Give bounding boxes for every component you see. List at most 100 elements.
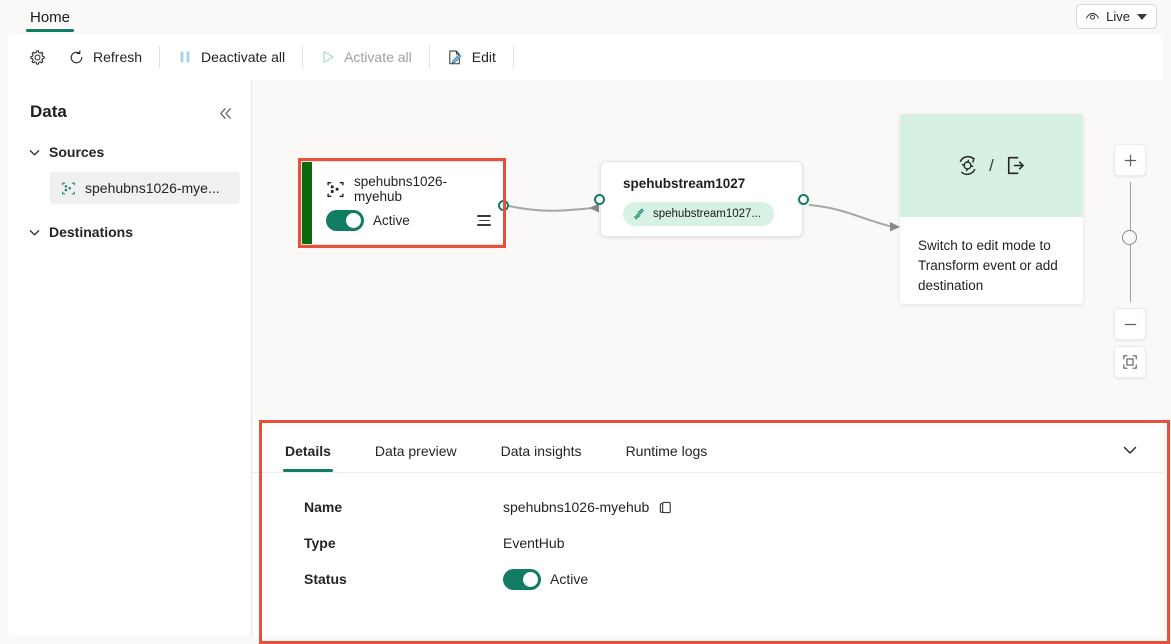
deactivate-all-button[interactable]: Deactivate all	[166, 42, 296, 72]
copy-icon[interactable]	[658, 500, 673, 515]
sidebar-group-destinations[interactable]: Destinations	[8, 216, 252, 248]
sidebar-item-label: spehubns1026-mye...	[85, 180, 220, 196]
details-type-value: EventHub	[503, 535, 565, 551]
play-icon	[323, 51, 334, 63]
settings-button[interactable]	[18, 42, 57, 72]
sidebar-title: Data	[30, 102, 67, 121]
sidebar: Data Sources spehubns1026-mye... Destina…	[8, 80, 252, 636]
eventhub-icon	[62, 182, 75, 194]
eventstream-canvas[interactable]: spehubns1026-myehub Active spehubstream1…	[253, 80, 1163, 417]
refresh-button[interactable]: Refresh	[57, 42, 153, 72]
details-row-status: Status Active	[253, 561, 1163, 597]
hamburger-line	[477, 215, 491, 217]
activate-all-label: Activate all	[344, 49, 412, 65]
toolbar-separator-1	[159, 46, 161, 68]
details-status-toggle[interactable]	[503, 568, 541, 590]
chevron-down-icon	[1137, 13, 1147, 20]
toolbar-separator-4	[512, 46, 514, 68]
live-mode-label: Live	[1106, 9, 1130, 24]
details-type-label: Type	[304, 535, 336, 551]
hamburger-line	[478, 219, 490, 222]
details-status-label: Status	[304, 571, 347, 587]
stream-node-output-port[interactable]	[798, 194, 809, 205]
details-status-value: Active	[550, 571, 589, 587]
sidebar-group-sources[interactable]: Sources	[8, 136, 252, 168]
command-bar: Refresh Deactivate all Activate all Edit	[8, 34, 1163, 80]
minus-icon	[1124, 323, 1136, 325]
tab-details[interactable]: Details	[273, 430, 343, 472]
copy-glyph	[660, 501, 672, 513]
tab-details-label: Details	[285, 443, 331, 459]
source-node-toggle[interactable]	[326, 210, 364, 231]
hint-node-header: /	[900, 114, 1083, 217]
hint-node-separator: /	[989, 155, 994, 175]
refresh-icon	[70, 49, 83, 63]
details-status-value-group: Active	[503, 568, 589, 590]
bottom-panel: Details Data preview Data insights Runti…	[253, 417, 1163, 636]
source-node-title: spehubns1026-myehub	[353, 174, 448, 204]
source-node-header: spehubns1026-myehub	[326, 174, 495, 204]
details-name-value-group: spehubns1026-myehub	[503, 499, 673, 515]
sidebar-collapse-button[interactable]	[213, 102, 237, 124]
source-node-status-label: Active	[373, 213, 410, 228]
toggle-knob	[523, 571, 538, 587]
panel-collapse-button[interactable]	[1117, 437, 1143, 463]
fit-to-screen-button[interactable]	[1114, 346, 1146, 378]
hamburger-line	[477, 224, 491, 226]
source-node-accent-bar	[302, 162, 312, 244]
source-node-menu-button[interactable]	[477, 215, 491, 226]
edit-label: Edit	[471, 49, 496, 65]
sidebar-item-spehubns1026[interactable]: spehubns1026-mye...	[50, 172, 240, 204]
zoom-slider-thumb[interactable]	[1122, 230, 1137, 245]
tab-data-insights-label: Data insights	[500, 443, 582, 459]
sidebar-group-destinations-label: Destinations	[49, 224, 134, 240]
details-list: Name spehubns1026-myehub Type EventHub S…	[253, 489, 1163, 597]
details-row-type: Type EventHub	[253, 525, 1163, 561]
source-node-output-port[interactable]	[498, 200, 509, 211]
details-name-value: spehubns1026-myehub	[503, 499, 650, 515]
stream-node-input-port[interactable]	[594, 194, 605, 205]
plus-icon	[1124, 154, 1136, 166]
eventstream-icon	[634, 208, 644, 220]
data-tree: Sources spehubns1026-mye... Destinations	[8, 136, 252, 248]
activate-all-button: Activate all	[309, 42, 423, 72]
stream-node-title: spehubstream1027	[623, 176, 746, 191]
stream-node-pill[interactable]: spehubstream1027...	[623, 202, 775, 226]
details-row-name: Name spehubns1026-myehub	[253, 489, 1163, 525]
zoom-out-button[interactable]	[1114, 308, 1146, 340]
source-node[interactable]: spehubns1026-myehub Active	[301, 161, 504, 245]
toolbar-separator-2	[302, 46, 304, 68]
eye-icon	[1086, 12, 1100, 20]
source-node-status: Active	[326, 210, 410, 231]
tab-data-insights[interactable]: Data insights	[489, 430, 594, 472]
hint-node[interactable]: / Switch to edit mode to Transform event…	[900, 114, 1083, 304]
details-name-label: Name	[304, 499, 343, 515]
panel-tab-bar: Details Data preview Data insights Runti…	[253, 427, 1163, 473]
tab-home[interactable]: Home	[18, 3, 82, 32]
transform-icon	[959, 155, 976, 176]
stream-node[interactable]: spehubstream1027 spehubstream1027...	[600, 161, 803, 237]
tab-home-underline	[26, 29, 75, 32]
eventhub-icon	[327, 181, 344, 197]
tab-data-preview[interactable]: Data preview	[363, 430, 469, 472]
deactivate-all-label: Deactivate all	[201, 49, 286, 65]
sidebar-group-sources-label: Sources	[49, 144, 105, 160]
app-root: Home Live Refresh Deactivate all Activat…	[0, 0, 1171, 644]
tab-data-preview-label: Data preview	[374, 443, 457, 459]
chevron-down-icon	[29, 149, 40, 155]
source-node-footer: Active	[326, 210, 491, 231]
edit-icon	[449, 50, 462, 64]
zoom-controls	[1114, 144, 1146, 378]
hint-node-text: Switch to edit mode to Transform event o…	[918, 238, 1058, 293]
chevron-down-icon	[29, 229, 40, 235]
edit-button[interactable]: Edit	[436, 42, 507, 72]
panel-splitter[interactable]	[694, 420, 722, 423]
double-chevron-left-icon	[219, 107, 231, 119]
toggle-knob	[346, 213, 361, 228]
zoom-in-button[interactable]	[1114, 144, 1146, 176]
live-mode-button[interactable]: Live	[1076, 4, 1157, 29]
zoom-slider[interactable]	[1114, 182, 1146, 302]
tab-details-underline	[283, 469, 333, 472]
export-destination-icon	[1007, 156, 1024, 175]
tab-runtime-logs[interactable]: Runtime logs	[614, 430, 720, 472]
